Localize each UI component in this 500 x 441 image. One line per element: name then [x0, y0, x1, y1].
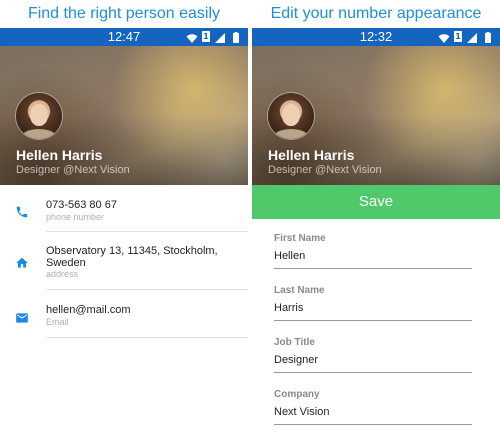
- phone-label: phone number: [46, 212, 105, 222]
- avatar[interactable]: [268, 93, 314, 139]
- profile-name: Hellen Harris: [16, 147, 103, 163]
- profile-name: Hellen Harris: [268, 147, 355, 163]
- phone-number: 073-563 80 67: [46, 199, 117, 211]
- address-value: Observatory 13, 11345, Stockholm, Sweden: [46, 245, 218, 269]
- status-time: 12:32: [359, 29, 393, 44]
- screen-caption: Find the right person easily: [27, 5, 221, 22]
- phone-icon: [15, 205, 29, 219]
- battery-icon: [230, 31, 242, 43]
- save-button[interactable]: Save: [252, 185, 500, 219]
- sim-icon: 1: [454, 31, 462, 42]
- email-icon: [15, 311, 29, 325]
- profile-header: Hellen Harris Designer @Next Vision: [0, 46, 248, 185]
- company-field[interactable]: Company Next Vision: [274, 389, 472, 425]
- wifi-icon: [186, 31, 198, 43]
- contact-row-phone[interactable]: 073-563 80 67 phone number: [0, 185, 248, 232]
- input-underline: [274, 424, 472, 425]
- signal-icon: [466, 31, 478, 43]
- first-name-input[interactable]: Hellen: [274, 250, 472, 262]
- last-name-field[interactable]: Last Name Harris: [274, 285, 472, 321]
- email-value: hellen@mail.com: [46, 304, 131, 316]
- signal-icon: [214, 31, 226, 43]
- first-name-field[interactable]: First Name Hellen: [274, 233, 472, 269]
- job-title-field[interactable]: Job Title Designer: [274, 337, 472, 373]
- sim-icon: 1: [202, 31, 210, 42]
- battery-icon: [482, 31, 494, 43]
- status-bar: 12:47 1: [0, 28, 248, 46]
- first-name-label: First Name: [274, 233, 326, 244]
- last-name-label: Last Name: [274, 285, 325, 296]
- home-icon: [15, 256, 29, 270]
- edit-form: First Name Hellen Last Name Harris Job T…: [252, 219, 500, 441]
- company-input[interactable]: Next Vision: [274, 406, 472, 418]
- contact-list: 073-563 80 67 phone number Observatory 1…: [0, 185, 248, 441]
- address-label: address: [46, 269, 79, 279]
- input-underline: [274, 268, 472, 269]
- job-title-input[interactable]: Designer: [274, 354, 472, 366]
- contact-view-screen: Find the right person easily 12:47 1 Hel…: [0, 0, 248, 441]
- avatar[interactable]: [16, 93, 62, 139]
- email-label: Email: [46, 317, 69, 327]
- input-underline: [274, 320, 472, 321]
- contact-row-email[interactable]: hellen@mail.com Email: [0, 290, 248, 338]
- edit-contact-screen: Edit your number appearance 12:32 1 Hell…: [252, 0, 500, 441]
- status-time: 12:47: [107, 29, 141, 44]
- divider: [46, 337, 248, 338]
- status-bar: 12:32 1: [252, 28, 500, 46]
- job-title-label: Job Title: [274, 337, 315, 348]
- contact-row-address[interactable]: Observatory 13, 11345, Stockholm, Sweden…: [0, 232, 248, 290]
- wifi-icon: [438, 31, 450, 43]
- profile-role: Designer @Next Vision: [268, 164, 382, 176]
- screen-caption: Edit your number appearance: [270, 5, 482, 22]
- input-underline: [274, 372, 472, 373]
- last-name-input[interactable]: Harris: [274, 302, 472, 314]
- profile-role: Designer @Next Vision: [16, 164, 130, 176]
- profile-header: Hellen Harris Designer @Next Vision: [252, 46, 500, 185]
- company-label: Company: [274, 389, 320, 400]
